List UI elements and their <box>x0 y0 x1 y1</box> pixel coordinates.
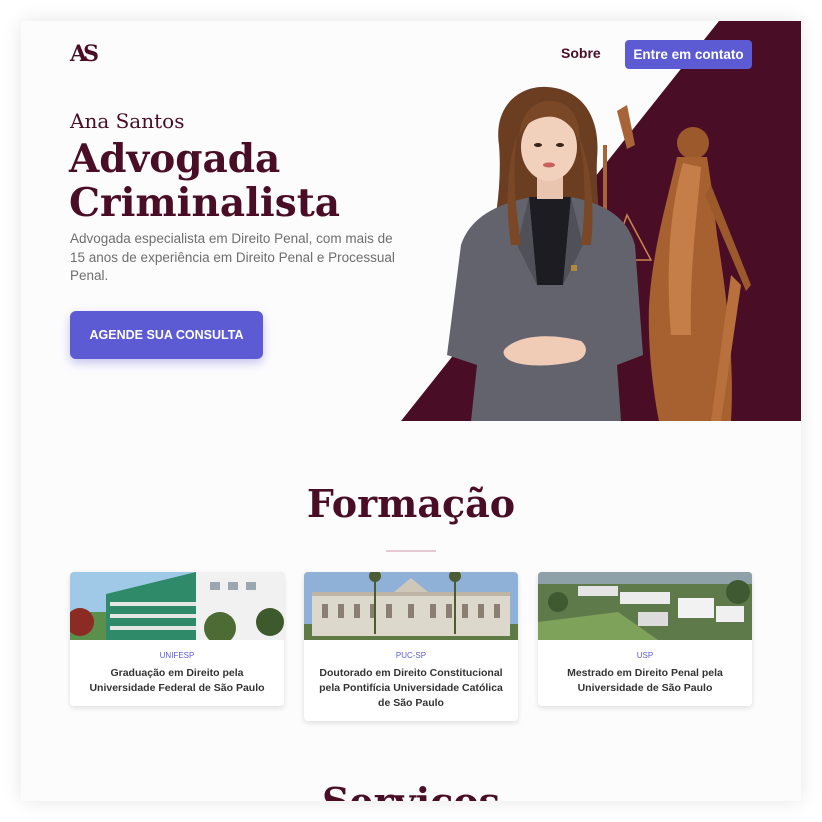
usp-campus-image <box>538 572 752 640</box>
formacao-title: Formação <box>306 481 516 526</box>
hero-name: Ana Santos <box>70 109 185 133</box>
puc-sp-building-image <box>304 572 518 640</box>
hero-title-line-1: Advogada <box>69 136 281 182</box>
hero-lawyer-image <box>447 86 751 421</box>
hero-title-line-2: Criminalista <box>69 180 340 226</box>
lawyer-photo <box>447 86 643 421</box>
schedule-consultation-button[interactable]: AGENDE SUA CONSULTA <box>70 311 263 359</box>
card-text: Graduação em Direito pela Universidade F… <box>89 667 265 694</box>
card-text: Mestrado em Direito Penal pela Universid… <box>567 667 723 694</box>
card-tag: PUC-SP <box>395 651 427 660</box>
card-text: Doutorado em Direito Constitucional pela… <box>319 667 503 709</box>
nav-link-sobre[interactable]: Sobre <box>561 45 601 61</box>
education-card-usp[interactable]: USP Mestrado em Direito Penal pela Unive… <box>538 572 752 706</box>
education-card-unifesp[interactable]: UNIFESP Graduação em Direito pela Univer… <box>70 572 284 706</box>
unifesp-building-image <box>70 572 284 640</box>
education-card-puc-sp[interactable]: PUC-SP Doutorado em Direito Constitucion… <box>304 572 518 721</box>
card-tag: USP <box>636 651 654 660</box>
site-logo[interactable]: AS <box>70 41 99 67</box>
section-divider <box>386 550 436 552</box>
page-frame: AS Sobre Entre em contato Ana Santos Adv… <box>21 21 801 801</box>
hero-description: Advogada especialista em Direito Penal, … <box>70 231 395 283</box>
contact-button[interactable]: Entre em contato <box>625 40 752 69</box>
card-tag: UNIFESP <box>159 651 195 660</box>
hero-title: Advogada Criminalista <box>69 137 399 225</box>
servicos-title: Serviços <box>21 779 801 801</box>
